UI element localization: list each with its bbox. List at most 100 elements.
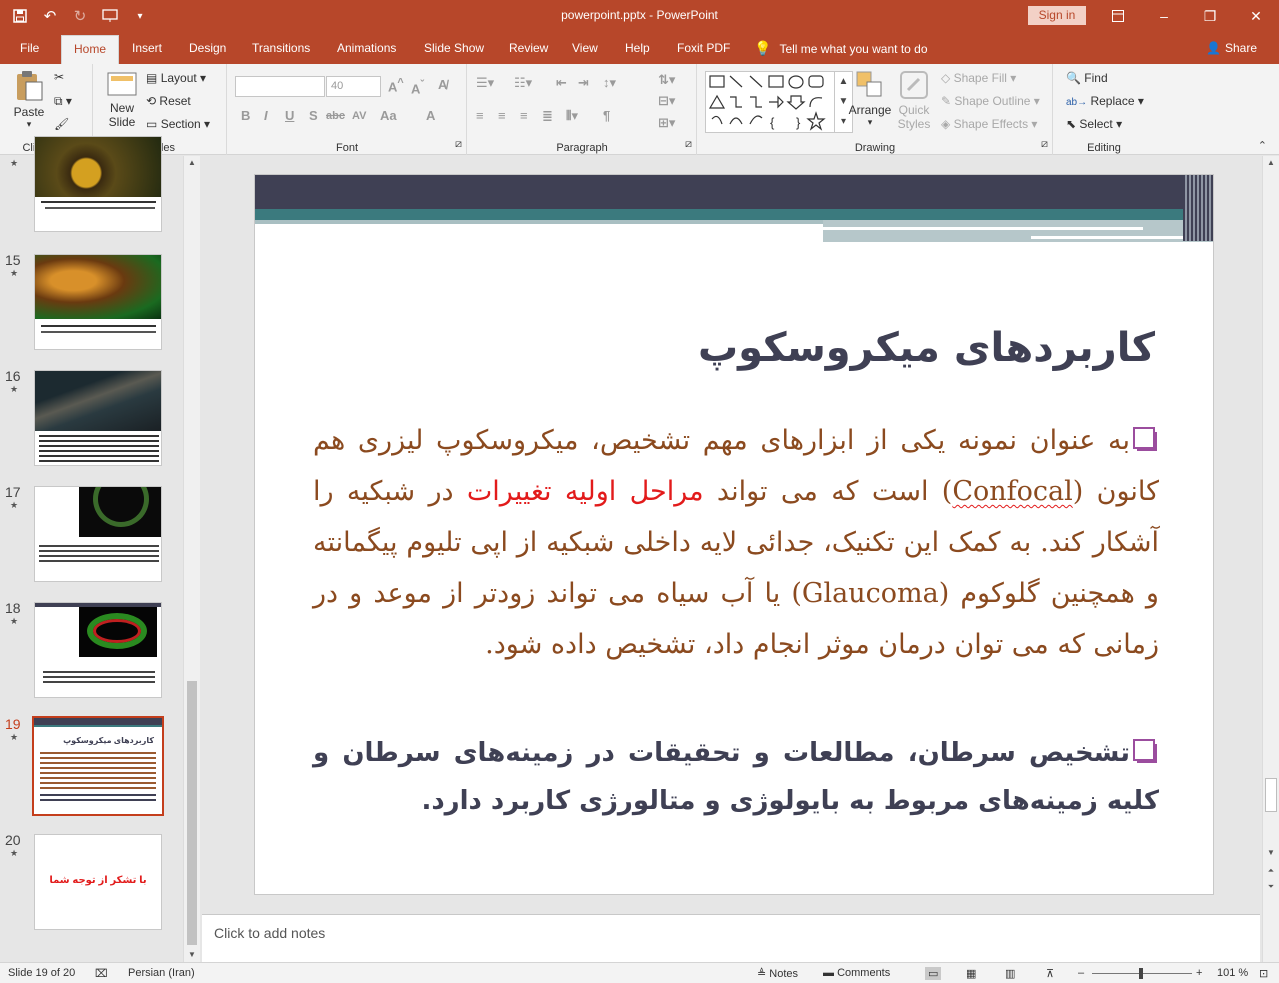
close-icon[interactable]: ✕ [1233, 0, 1279, 32]
language-indicator[interactable]: Persian (Iran) [128, 967, 195, 979]
scroll-down-arrow-icon[interactable]: ▼ [184, 948, 200, 962]
align-right-icon[interactable]: ≡ [520, 108, 528, 123]
slide-thumbnail-20[interactable]: با تشکر از توجه شما [34, 834, 162, 930]
slide-body-paragraph-2[interactable]: تشخیص سرطان، مطالعات و تحقیقات در زمینه‌… [313, 729, 1159, 825]
collapse-ribbon-icon[interactable]: ⌃ [1258, 139, 1267, 152]
reading-view-icon[interactable]: ▥ [1005, 967, 1015, 980]
current-slide[interactable]: کاربردهای میکروسکوپ به عنوان نمونه یکی ا… [254, 174, 1214, 895]
shape-fill-button[interactable]: ◇ Shape Fill ▾ [941, 71, 1016, 85]
arrange-button[interactable]: Arrange ▾ [846, 70, 894, 128]
align-left-icon[interactable]: ≡ [476, 108, 484, 123]
spell-check-icon[interactable]: ⌧ [95, 967, 108, 980]
columns-icon[interactable]: ⫴▾ [566, 108, 578, 124]
thumbnail-scroll-thumb[interactable] [187, 681, 197, 945]
justify-icon[interactable]: ≣ [542, 108, 553, 124]
increase-font-size-icon[interactable]: A^ [388, 77, 404, 94]
tab-design[interactable]: Design [189, 32, 226, 64]
sign-in-button[interactable]: Sign in [1028, 6, 1086, 25]
reset-button[interactable]: ⟲ Reset [146, 94, 191, 108]
convert-to-smartart-icon[interactable]: ⊞▾ [658, 115, 675, 131]
zoom-level[interactable]: 101 % [1217, 967, 1248, 979]
tab-animations[interactable]: Animations [337, 32, 396, 64]
tab-transitions[interactable]: Transitions [252, 32, 310, 64]
tab-foxit-pdf[interactable]: Foxit PDF [677, 32, 730, 64]
italic-button[interactable]: I [264, 108, 268, 123]
text-direction-icon[interactable]: ⇅▾ [658, 72, 675, 88]
normal-view-icon[interactable]: ▭ [925, 967, 942, 980]
copy-icon[interactable]: ⧉ ▾ [54, 94, 72, 109]
shape-outline-button[interactable]: ✎ Shape Outline ▾ [941, 94, 1040, 108]
zoom-out-icon[interactable]: – [1078, 967, 1084, 979]
tab-home[interactable]: Home [61, 35, 120, 64]
section-button[interactable]: ▭ Section ▾ [146, 117, 210, 131]
notes-pane[interactable]: Click to add notes [202, 914, 1260, 962]
cut-icon[interactable]: ✂ [54, 70, 64, 84]
tell-me-search[interactable]: 💡 Tell me what you want to do [754, 32, 928, 64]
font-color-button[interactable]: A [426, 108, 435, 123]
slide-thumbnail-19[interactable]: کاربردهای میکروسکوپ [32, 716, 164, 816]
tab-help[interactable]: Help [625, 32, 650, 64]
slide-title[interactable]: کاربردهای میکروسکوپ [698, 325, 1155, 371]
notes-toggle-button[interactable]: ≜ Notes [757, 967, 798, 980]
shapes-gallery[interactable]: {} ▲ ▼ ▾ [705, 71, 853, 133]
comments-toggle-button[interactable]: ▬ Comments [823, 967, 890, 979]
tab-slide-show[interactable]: Slide Show [424, 32, 484, 64]
line-spacing-icon[interactable]: ↕▾ [603, 75, 616, 91]
thumbnail-scrollbar[interactable]: ▲ ▼ [183, 156, 200, 962]
numbering-icon[interactable]: ☷▾ [514, 75, 532, 91]
restore-icon[interactable]: ❐ [1187, 0, 1233, 32]
scroll-down-arrow-icon[interactable]: ▼ [1263, 846, 1279, 860]
slide-body-paragraph-1[interactable]: به عنوان نمونه یکی از ابزارهای مهم تشخیص… [313, 415, 1159, 670]
clear-formatting-icon[interactable]: A̸ [438, 77, 447, 92]
underline-button[interactable]: U [285, 108, 294, 123]
replace-button[interactable]: ab→ Replace ▾ [1066, 94, 1144, 108]
ribbon-display-options-icon[interactable] [1095, 0, 1141, 32]
scroll-up-arrow-icon[interactable]: ▲ [1263, 156, 1279, 170]
scroll-up-arrow-icon[interactable]: ▲ [184, 156, 200, 170]
bold-button[interactable]: B [241, 108, 250, 123]
text-shadow-button[interactable]: S [309, 108, 318, 123]
find-button[interactable]: 🔍 Find [1066, 71, 1108, 85]
slide-thumbnail-17[interactable] [34, 486, 162, 582]
slide-scrollbar[interactable]: ▲ ▼ ⏶ ⏷ [1262, 156, 1279, 962]
tab-review[interactable]: Review [509, 32, 548, 64]
character-spacing-button[interactable]: AV [352, 110, 366, 122]
zoom-slider-thumb[interactable] [1139, 968, 1143, 979]
slide-thumbnail-15[interactable] [34, 254, 162, 350]
slide-show-view-icon[interactable]: ⊼ [1046, 967, 1054, 980]
increase-indent-icon[interactable]: ⇥ [578, 75, 589, 91]
fit-slide-icon[interactable]: ⊡ [1259, 967, 1268, 980]
decrease-font-size-icon[interactable]: Aˇ [411, 79, 424, 96]
change-case-button[interactable]: Aa [380, 108, 397, 123]
tab-view[interactable]: View [572, 32, 598, 64]
format-painter-icon[interactable]: 🖌 [54, 117, 69, 131]
font-size-combo[interactable]: 40 [326, 76, 381, 97]
slide-thumbnail-18[interactable] [34, 602, 162, 698]
select-button[interactable]: ⬉ Select ▾ [1066, 117, 1122, 131]
next-slide-icon[interactable]: ⏷ [1263, 880, 1279, 894]
paste-dropdown-icon[interactable]: ▾ [10, 119, 48, 130]
font-name-combo[interactable] [235, 76, 325, 97]
minimize-icon[interactable]: – [1141, 0, 1187, 32]
quick-styles-button[interactable]: Quick Styles [894, 70, 934, 131]
new-slide-button[interactable]: New Slide [102, 70, 142, 129]
slide-thumbnail-14[interactable] [34, 136, 162, 232]
align-text-icon[interactable]: ⊟▾ [658, 93, 675, 109]
slide-scroll-thumb[interactable] [1265, 778, 1277, 812]
slide-thumbnail-16[interactable] [34, 370, 162, 466]
share-button[interactable]: 👤 Share [1206, 41, 1257, 55]
slide-sorter-icon[interactable]: ▦ [966, 967, 976, 980]
decrease-indent-icon[interactable]: ⇤ [556, 75, 567, 91]
drawing-dialog-launcher-icon[interactable]: ⧄ [1041, 138, 1048, 151]
shape-effects-button[interactable]: ◈ Shape Effects ▾ [941, 117, 1037, 131]
zoom-in-icon[interactable]: + [1196, 967, 1202, 979]
previous-slide-icon[interactable]: ⏶ [1263, 864, 1279, 878]
paragraph-dialog-launcher-icon[interactable]: ⧄ [685, 138, 692, 151]
tab-insert[interactable]: Insert [132, 32, 162, 64]
strikethrough-button[interactable]: abc [326, 110, 345, 122]
bullets-icon[interactable]: ☰▾ [476, 75, 494, 91]
layout-button[interactable]: ▤ Layout ▾ [146, 71, 206, 85]
align-center-icon[interactable]: ≡ [498, 108, 506, 123]
paste-button[interactable]: Paste ▾ [10, 70, 48, 130]
tab-file[interactable]: File [20, 32, 39, 64]
